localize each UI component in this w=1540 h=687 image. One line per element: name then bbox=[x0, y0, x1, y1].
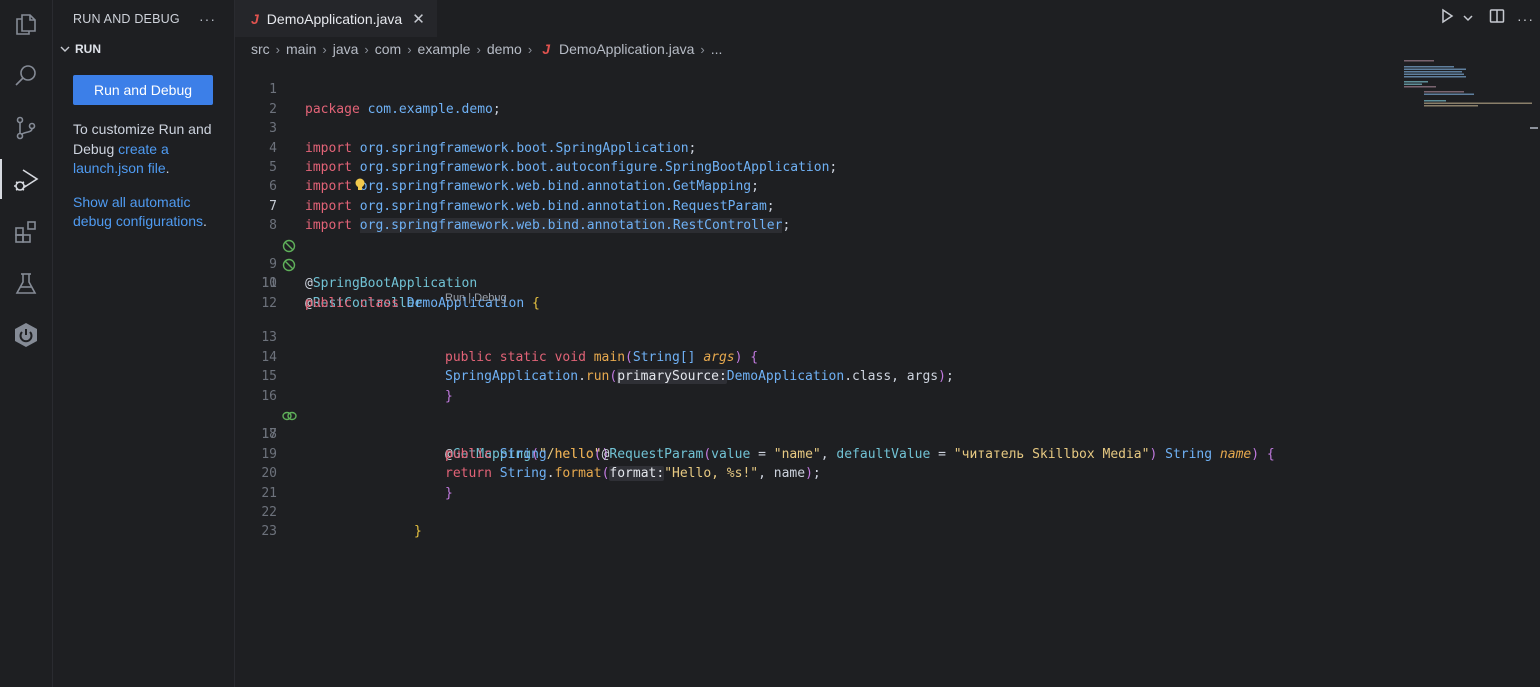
run-section-label: RUN bbox=[75, 42, 101, 56]
code-line: 6 import org.springframework.web.bind.an… bbox=[235, 158, 1540, 214]
code-line: 7 import org.springframework.web.bind.an… bbox=[235, 177, 1540, 234]
code-line: 16 bbox=[235, 367, 1540, 404]
breadcrumb-ellipsis[interactable]: ... bbox=[711, 41, 723, 57]
automatic-configs-text: Show all automatic debug configurations. bbox=[73, 193, 222, 232]
code-line: 5 import org.springframework.web.bind.an… bbox=[235, 139, 1540, 194]
scrollbar-marker[interactable] bbox=[1530, 127, 1538, 129]
show-automatic-configs-link[interactable]: Show all automatic debug configurations bbox=[73, 194, 203, 230]
run-debug-icon[interactable] bbox=[0, 157, 52, 201]
java-file-icon: J bbox=[251, 11, 259, 27]
chevron-down-icon bbox=[57, 41, 73, 57]
code-line: 17 @GetMapping("/hello") bbox=[235, 387, 1540, 462]
breadcrumb-item[interactable]: main bbox=[286, 41, 316, 57]
chevron-right-icon: › bbox=[476, 41, 481, 57]
code-line: 18 public String hello(@RequestParam(val… bbox=[235, 406, 1540, 461]
run-debug-sidebar: RUN AND DEBUG ··· RUN Run and Debug To c… bbox=[53, 0, 235, 687]
bean-icon[interactable] bbox=[235, 219, 296, 252]
breadcrumb-file[interactable]: DemoApplication.java bbox=[559, 41, 694, 57]
code-line: 22 } bbox=[235, 484, 1540, 539]
customize-text: To customize Run and Debug create a laun… bbox=[73, 120, 222, 179]
code-line: 13 public static void main(String[] args… bbox=[235, 309, 1540, 364]
run-debug-codelens[interactable]: Run | Debug bbox=[445, 292, 507, 304]
editor-actions: ··· bbox=[1439, 0, 1540, 37]
breadcrumb-item[interactable]: demo bbox=[487, 41, 522, 57]
breadcrumb-item[interactable]: example bbox=[418, 41, 471, 57]
code-line: 14 SpringApplication.run(primarySource:D… bbox=[235, 328, 1540, 385]
activity-bar bbox=[0, 0, 53, 687]
code-line: 15 } bbox=[235, 348, 1540, 403]
explorer-icon[interactable] bbox=[0, 2, 52, 46]
code-line: 19 return String.format(format:"Hello, %… bbox=[235, 425, 1540, 482]
minimap[interactable] bbox=[1404, 60, 1534, 120]
tab-demoapplication[interactable]: J DemoApplication.java ✕ bbox=[235, 0, 437, 37]
code-line: 4 import org.springframework.boot.autoco… bbox=[235, 119, 1540, 175]
sidebar-title: RUN AND DEBUG bbox=[73, 11, 180, 26]
chevron-right-icon: › bbox=[527, 41, 533, 57]
line-number: 23 bbox=[261, 524, 277, 540]
search-icon[interactable] bbox=[0, 54, 52, 98]
split-editor-icon[interactable] bbox=[1489, 8, 1505, 29]
breadcrumb-item[interactable]: java bbox=[333, 41, 359, 57]
code-line: 11 public class DemoApplication { bbox=[235, 255, 1540, 310]
code-line: 23 bbox=[235, 503, 1540, 539]
chevron-right-icon: › bbox=[700, 41, 705, 57]
code-line: 1 package com.example.demo; bbox=[235, 61, 1540, 116]
sidebar-header: RUN AND DEBUG ··· bbox=[53, 0, 234, 37]
more-actions-icon[interactable]: ··· bbox=[199, 11, 216, 27]
more-actions-icon[interactable]: ··· bbox=[1517, 11, 1534, 27]
close-icon[interactable]: ✕ bbox=[412, 10, 425, 28]
chevron-right-icon: › bbox=[275, 41, 281, 57]
testing-icon[interactable] bbox=[0, 262, 52, 306]
chevron-down-icon[interactable] bbox=[1463, 10, 1473, 28]
customize-text-suffix: . bbox=[165, 160, 170, 176]
chevron-right-icon: › bbox=[407, 41, 412, 57]
extensions-icon[interactable] bbox=[0, 210, 52, 254]
code-editor[interactable]: 1 package com.example.demo; 2 3 import o… bbox=[235, 60, 1540, 687]
code-line: 20 } bbox=[235, 445, 1540, 500]
breadcrumb-item[interactable]: src bbox=[251, 41, 270, 57]
run-icon[interactable] bbox=[1439, 8, 1455, 29]
run-section-header[interactable]: RUN bbox=[53, 37, 234, 61]
chevron-right-icon: › bbox=[322, 41, 327, 57]
source-control-icon[interactable] bbox=[0, 106, 52, 150]
spring-boot-icon[interactable] bbox=[0, 313, 52, 357]
bean-icon[interactable] bbox=[235, 239, 296, 272]
code-line: 12 bbox=[235, 274, 1540, 311]
code-line: 2 bbox=[235, 80, 1540, 117]
endpoint-link-icon[interactable] bbox=[235, 390, 297, 421]
breadcrumb-item[interactable]: com bbox=[375, 41, 401, 57]
code-line: 10 @RestController bbox=[235, 236, 1540, 311]
tab-label: DemoApplication.java bbox=[266, 11, 403, 27]
code-line: 3 import org.springframework.boot.Spring… bbox=[235, 100, 1540, 155]
run-and-debug-button[interactable]: Run and Debug bbox=[73, 75, 213, 105]
automatic-configs-suffix: . bbox=[203, 213, 207, 229]
breadcrumb: src › main › java › com › example › demo › J De… bbox=[251, 39, 722, 59]
code-line: 21 bbox=[235, 464, 1540, 501]
editor-tab-bar: J DemoApplication.java ✕ ··· bbox=[235, 0, 1540, 37]
code-line: 9 @SpringBootApplication bbox=[235, 216, 1540, 291]
code-line: 8 bbox=[235, 197, 1540, 233]
chevron-right-icon: › bbox=[364, 41, 369, 57]
java-file-icon: J bbox=[542, 41, 550, 57]
